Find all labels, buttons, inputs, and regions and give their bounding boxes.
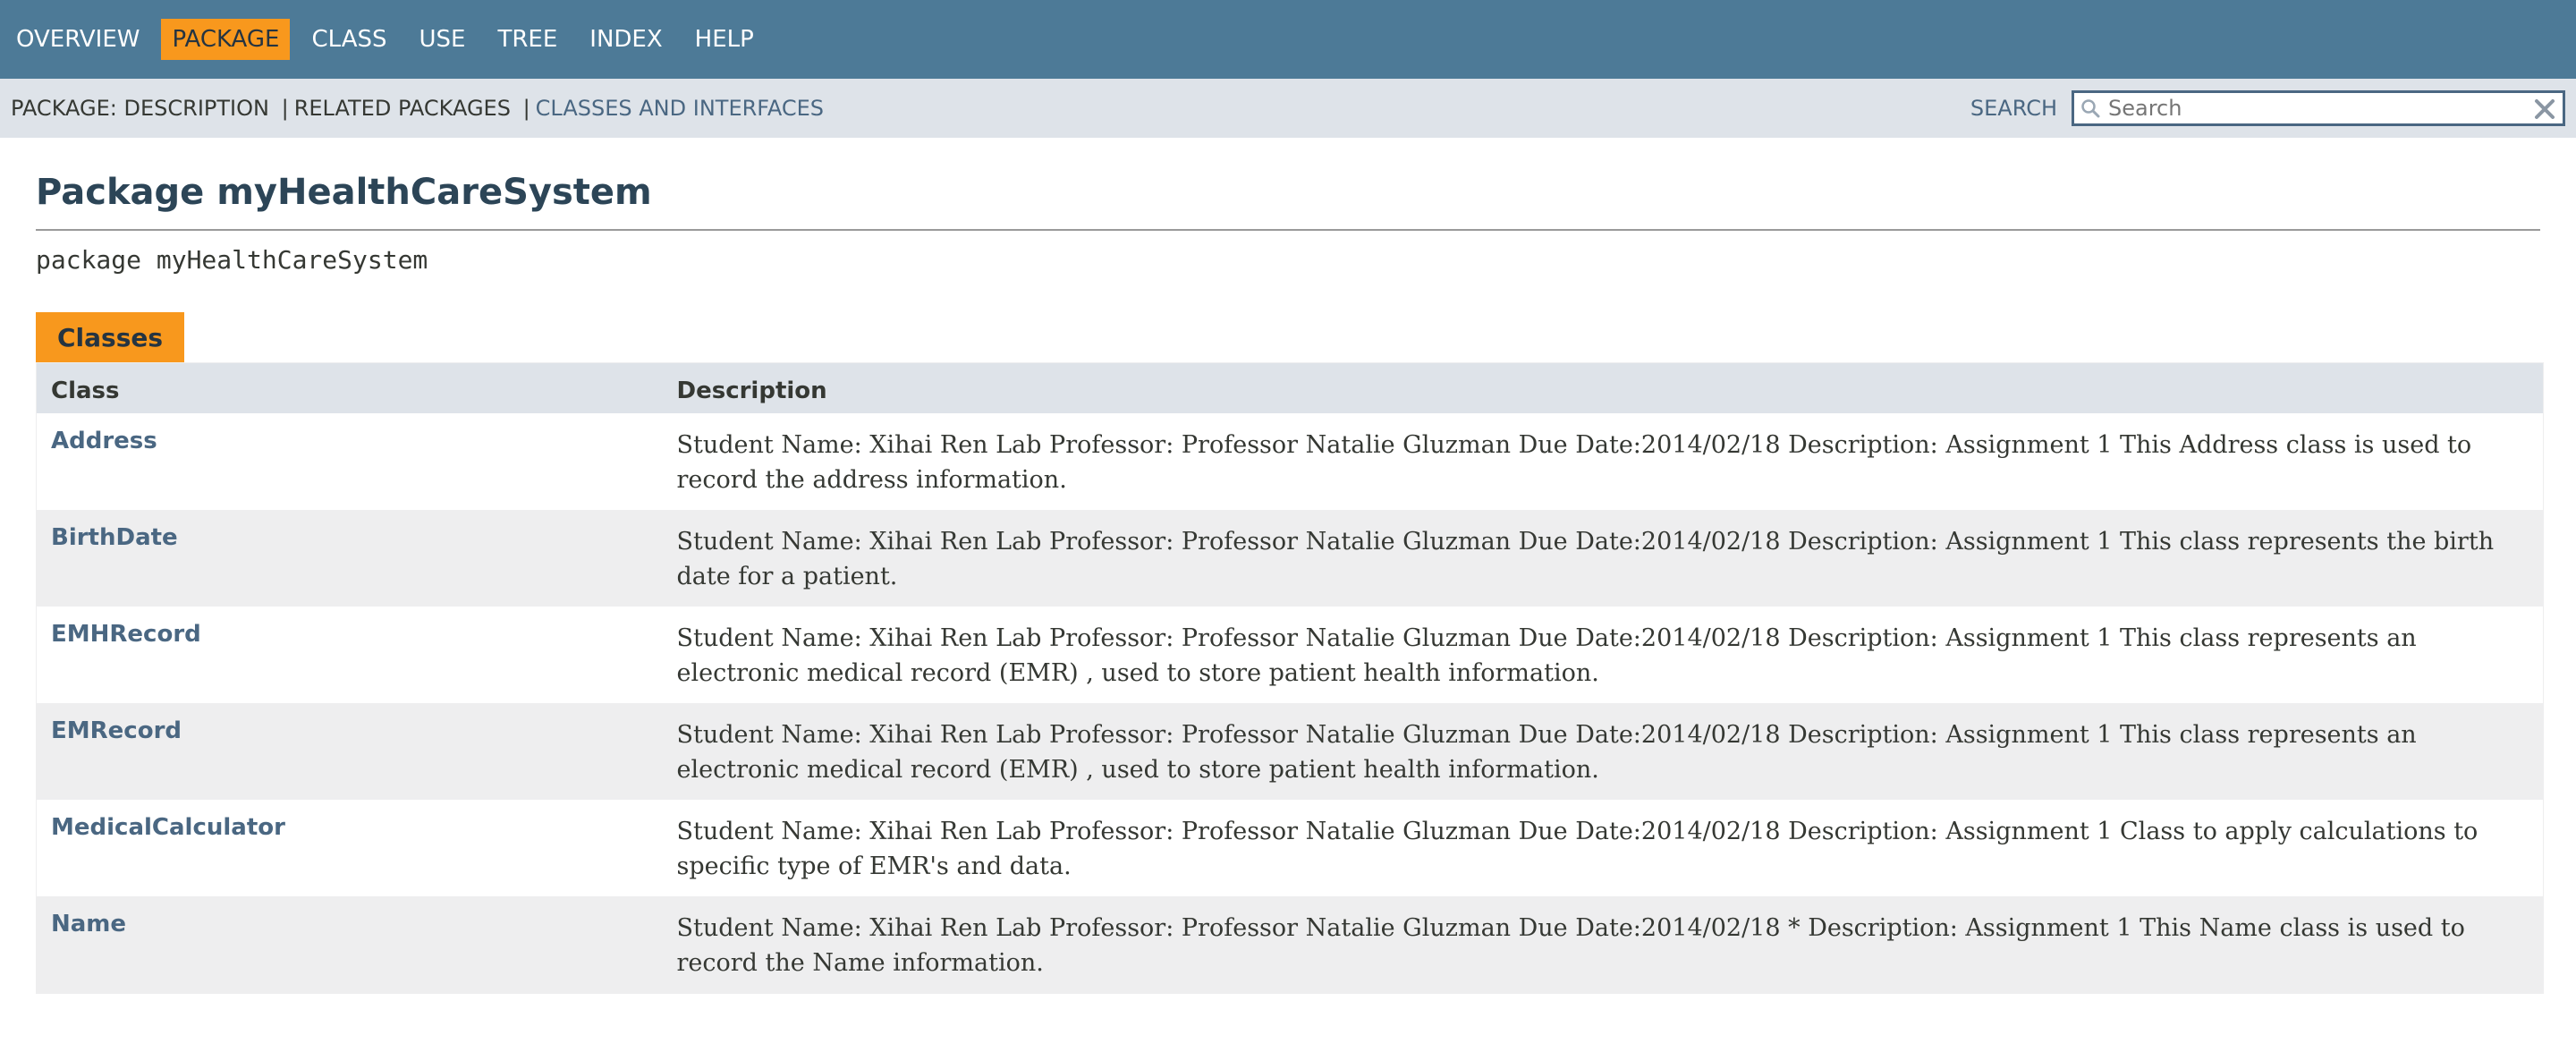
nav-index[interactable]: INDEX [579,19,673,60]
table-row: EMHRecord Student Name: Xihai Ren Lab Pr… [36,607,2544,703]
class-description: Student Name: Xihai Ren Lab Professor: P… [662,607,2544,703]
table-header-row: Class Description [36,362,2544,413]
nav-package[interactable]: PACKAGE [161,19,291,60]
main-content: Package myHealthCareSystem package myHea… [0,172,2576,994]
top-navigation-bar: OVERVIEW PACKAGE CLASS USE TREE INDEX HE… [0,0,2576,79]
column-header-class: Class [36,362,663,413]
class-description: Student Name: Xihai Ren Lab Professor: P… [662,703,2544,800]
close-icon[interactable] [2532,97,2557,122]
search-label: SEARCH [1970,96,2057,121]
subnav-related-packages: RELATED PACKAGES [293,96,511,121]
class-link-birthdate[interactable]: BirthDate [51,524,178,551]
search-input[interactable] [2106,92,2504,124]
nav-class[interactable]: CLASS [301,19,397,60]
class-link-emrecord[interactable]: EMRecord [51,717,182,744]
table-row: EMRecord Student Name: Xihai Ren Lab Pro… [36,703,2544,800]
subnav-description: DESCRIPTION [123,96,269,121]
class-link-emhrecord[interactable]: EMHRecord [51,621,201,648]
page-title: Package myHealthCareSystem [36,172,2540,231]
subnav-separator: | [281,96,289,121]
subnav-separator: | [522,96,530,121]
magnifier-icon [2074,93,2106,123]
column-header-description: Description [662,362,2544,413]
table-row: MedicalCalculator Student Name: Xihai Re… [36,800,2544,896]
table-row: Address Student Name: Xihai Ren Lab Prof… [36,413,2544,510]
class-description: Student Name: Xihai Ren Lab Professor: P… [662,800,2544,896]
class-description: Student Name: Xihai Ren Lab Professor: P… [662,510,2544,607]
classes-tab[interactable]: Classes [36,312,185,362]
nav-use[interactable]: USE [409,19,477,60]
class-description: Student Name: Xihai Ren Lab Professor: P… [662,413,2544,510]
package-signature: package myHealthCareSystem [36,245,428,275]
classes-and-interfaces-link[interactable]: CLASSES AND INTERFACES [536,96,824,121]
class-link-name[interactable]: Name [51,911,126,937]
class-link-medicalcalculator[interactable]: MedicalCalculator [51,814,285,841]
nav-help[interactable]: HELP [684,19,765,60]
table-row: Name Student Name: Xihai Ren Lab Profess… [36,896,2544,994]
sub-navigation-bar: PACKAGE: DESCRIPTION | RELATED PACKAGES |… [0,79,2576,138]
subnav-prefix: PACKAGE: [11,96,117,121]
search-box[interactable] [2072,90,2565,126]
nav-overview[interactable]: OVERVIEW [5,19,150,60]
classes-summary-table: Class Description Address Student Name: … [36,362,2544,994]
nav-tree[interactable]: TREE [487,19,568,60]
subnav-links: PACKAGE: DESCRIPTION | RELATED PACKAGES |… [11,96,824,121]
class-description: Student Name: Xihai Ren Lab Professor: P… [662,896,2544,994]
table-row: BirthDate Student Name: Xihai Ren Lab Pr… [36,510,2544,607]
search-area: SEARCH [1970,90,2565,126]
class-link-address[interactable]: Address [51,428,157,454]
